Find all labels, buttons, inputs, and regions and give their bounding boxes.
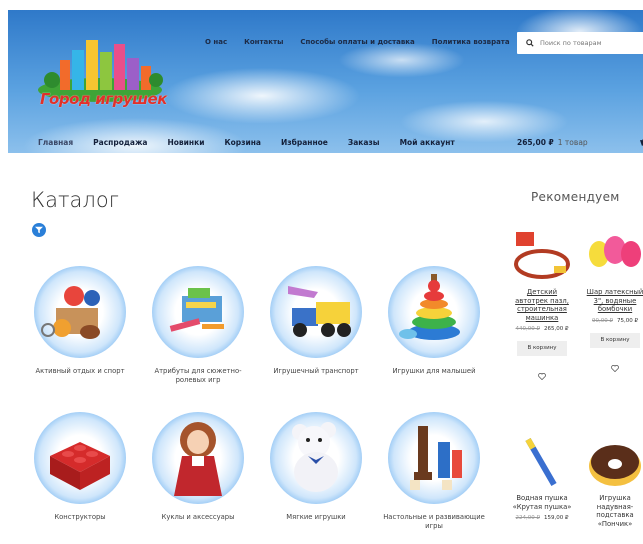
product-name[interactable]: Детский автотрек пазл, строительная маши… (511, 288, 573, 322)
nav-home[interactable]: Главная (38, 138, 73, 147)
recommended-product[interactable]: Водная пушка «Крутая пушка» 224,00 ₽159,… (511, 432, 573, 521)
add-to-cart-button[interactable]: В корзину (517, 341, 567, 356)
recommended-title: Рекомендуем (531, 190, 620, 204)
category-label[interactable]: Куклы и аксессуары (143, 513, 253, 522)
product-name[interactable]: Водная пушка «Крутая пушка» (511, 494, 573, 511)
category-tile[interactable]: Активный отдых и спорт (25, 266, 135, 376)
nav-new[interactable]: Новинки (168, 138, 205, 147)
category-tile[interactable]: Игрушечный транспорт (261, 266, 371, 376)
recommended-product[interactable]: Игрушка надувная-подставка «Пончик» (584, 432, 643, 528)
main-nav: Главная Распродажа Новинки Корзина Избра… (38, 138, 455, 147)
search-box[interactable]: Поиск по товарам (517, 32, 643, 54)
nav-sale[interactable]: Распродажа (93, 138, 147, 147)
heart-icon[interactable] (538, 373, 546, 381)
recommended-product[interactable]: Шар латексный 3", водяные бомбочки 90,00… (584, 228, 643, 376)
filter-button[interactable] (32, 223, 46, 237)
category-tile[interactable]: Игрушки для малышей (379, 266, 489, 376)
inflatable-donut-icon (585, 432, 643, 492)
search-input[interactable]: Поиск по товарам (540, 39, 602, 47)
category-tile[interactable]: Мягкие игрушки (261, 412, 371, 522)
top-link-payment-delivery[interactable]: Способы оплаты и доставка (300, 38, 414, 46)
category-tile[interactable]: Конструкторы (25, 412, 135, 522)
racetrack-toy-icon (512, 228, 572, 286)
nav-account[interactable]: Мой аккаунт (400, 138, 455, 147)
category-tile[interactable]: Атрибуты для сюжетно-ролевых игр (143, 266, 253, 384)
product-price: 224,00 ₽159,00 ₽ (515, 515, 569, 521)
water-gun-icon (512, 432, 572, 492)
category-label[interactable]: Мягкие игрушки (261, 513, 371, 522)
product-name[interactable]: Игрушка надувная-подставка «Пончик» (584, 494, 643, 528)
category-tile[interactable]: Настольные и развивающие игры (379, 412, 489, 530)
category-label[interactable]: Активный отдых и спорт (25, 367, 135, 376)
lego-brick-icon (34, 412, 126, 504)
category-label[interactable]: Атрибуты для сюжетно-ролевых игр (143, 367, 253, 384)
cart-total: 265,00 ₽ (517, 138, 554, 147)
add-to-cart-button[interactable]: В корзину (590, 332, 640, 348)
top-link-about[interactable]: О нас (205, 38, 227, 46)
category-label[interactable]: Игрушечный транспорт (261, 367, 371, 376)
stacking-rings-icon (388, 266, 480, 358)
top-links: О нас Контакты Способы оплаты и доставка… (205, 38, 510, 46)
search-icon (526, 39, 534, 47)
cart-count: 1 товар (557, 138, 588, 147)
category-label[interactable]: Конструкторы (25, 513, 135, 522)
header-banner: Город игрушек О нас Контакты Способы опл… (8, 10, 643, 153)
toy-truck-icon (270, 266, 362, 358)
product-price: 440,00 ₽265,00 ₽ (515, 326, 569, 332)
sports-equipment-icon (34, 266, 126, 358)
doll-icon (152, 412, 244, 504)
balloons-icon (585, 228, 643, 286)
nav-orders[interactable]: Заказы (348, 138, 380, 147)
category-label[interactable]: Игрушки для малышей (379, 367, 489, 376)
logo-text[interactable]: Город игрушек (40, 90, 167, 108)
category-label[interactable]: Настольные и развивающие игры (379, 513, 489, 530)
cash-register-toy-icon (152, 266, 244, 358)
category-tile[interactable]: Куклы и аксессуары (143, 412, 253, 522)
filter-icon (35, 226, 43, 234)
board-game-pieces-icon (388, 412, 480, 504)
nav-favorites[interactable]: Избранное (281, 138, 328, 147)
nav-cart[interactable]: Корзина (224, 138, 261, 147)
top-link-contacts[interactable]: Контакты (244, 38, 283, 46)
teddy-bear-icon (270, 412, 362, 504)
product-name[interactable]: Шар латексный 3", водяные бомбочки (584, 288, 643, 314)
top-link-return-policy[interactable]: Политика возврата (432, 38, 510, 46)
product-price: 90,00 ₽75,00 ₽ (592, 317, 638, 324)
heart-icon[interactable] (611, 364, 619, 372)
recommended-product[interactable]: Детский автотрек пазл, строительная маши… (511, 228, 573, 384)
cart-summary[interactable]: 265,00 ₽1 товар (517, 138, 588, 147)
page-title: Каталог (31, 188, 119, 212)
